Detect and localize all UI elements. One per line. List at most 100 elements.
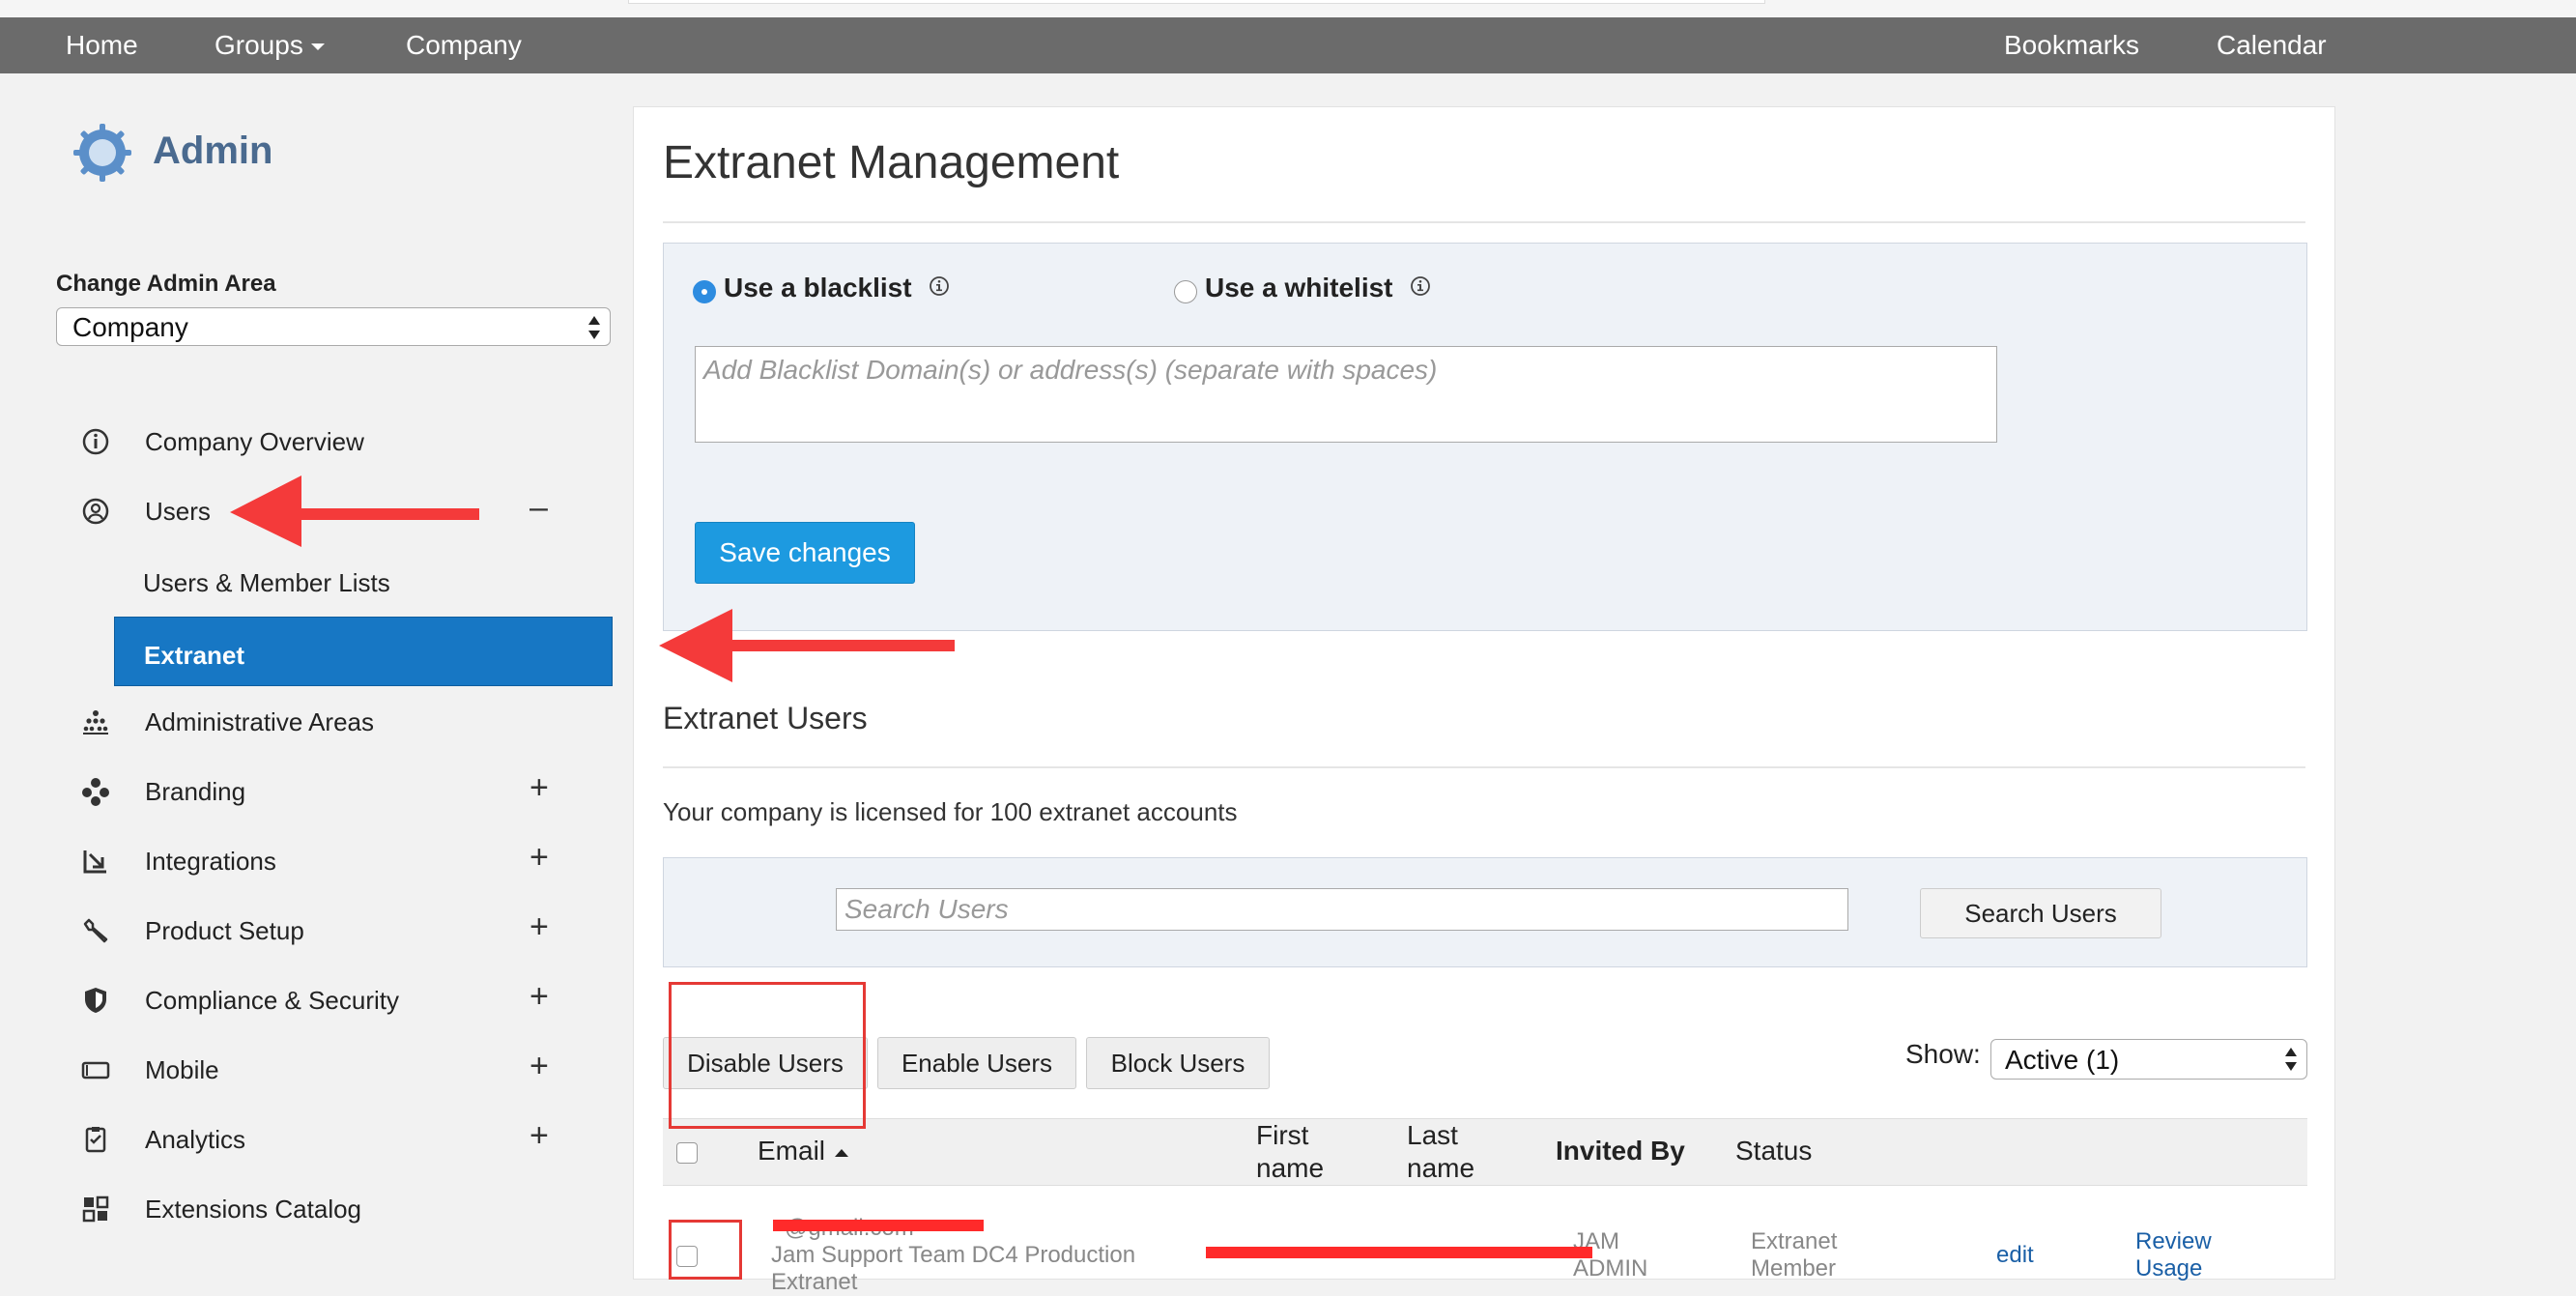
sidebar-item-label: Compliance & Security [145, 986, 399, 1015]
sidebar-item-compliance-security[interactable]: Compliance & Security + [0, 965, 628, 1034]
redaction-bar [773, 1220, 984, 1231]
org-chart-icon [83, 710, 108, 734]
admin-title: Admin [153, 130, 273, 172]
admin-area-value: Company [72, 312, 188, 342]
sidebar-item-label: Mobile [145, 1055, 219, 1084]
sidebar-item-label: Analytics [145, 1125, 246, 1154]
nav-bookmarks[interactable]: Bookmarks [2004, 17, 2139, 73]
row-review-usage-link[interactable]: Review Usage [2135, 1228, 2242, 1282]
info-icon[interactable] [929, 275, 950, 297]
user-circle-icon [82, 498, 109, 525]
section-divider [663, 766, 2305, 768]
expand-toggle[interactable]: + [530, 769, 549, 807]
blacklist-radio[interactable] [693, 280, 716, 303]
change-admin-area-label: Change Admin Area [56, 271, 276, 297]
collapse-toggle[interactable]: – [530, 489, 548, 527]
first-name-column-header[interactable]: First name [1256, 1119, 1343, 1185]
show-filter-value: Active (1) [2005, 1045, 2120, 1075]
invited-by-column-header[interactable]: Invited By [1556, 1135, 1685, 1167]
grid-icon [82, 1195, 109, 1223]
nav-company[interactable]: Company [406, 17, 522, 73]
user-search-panel: Search Users [663, 857, 2307, 967]
sidebar-item-users[interactable]: Users – [0, 475, 628, 545]
expand-toggle[interactable]: + [530, 839, 549, 877]
nav-home[interactable]: Home [66, 17, 138, 73]
address-bar-edge [628, 0, 1765, 4]
users-table-header: Email First name Last name Invited By St… [663, 1118, 2307, 1186]
browser-address-strip [0, 0, 2576, 17]
annotation-highlight-box [669, 1220, 742, 1280]
expand-toggle[interactable]: + [530, 1117, 549, 1155]
sidebar-item-label: Product Setup [145, 916, 304, 945]
palette-icon [82, 778, 109, 806]
select-arrows-icon [588, 316, 600, 339]
wrench-icon [83, 918, 108, 943]
sidebar-item-analytics[interactable]: Analytics + [0, 1104, 628, 1173]
sidebar-item-company-overview[interactable]: Company Overview [0, 406, 628, 475]
whitelist-label[interactable]: Use a whitelist [1205, 273, 1393, 303]
whitelist-radio[interactable] [1174, 280, 1197, 303]
sidebar-item-product-setup[interactable]: Product Setup + [0, 895, 628, 965]
sidebar-item-branding[interactable]: Branding + [0, 756, 628, 825]
expand-toggle[interactable]: + [530, 908, 549, 946]
status-column-header[interactable]: Status [1735, 1135, 1812, 1167]
annotation-highlight-box [669, 982, 866, 1129]
expand-toggle[interactable]: + [530, 978, 549, 1016]
sidebar-item-administrative-areas[interactable]: Administrative Areas [0, 686, 628, 756]
show-filter-label: Show: [1905, 1039, 1981, 1069]
sidebar-item-label: Administrative Areas [145, 707, 374, 736]
main-content-panel: Extranet Management Use a blacklist Use … [633, 106, 2335, 1295]
search-users-input[interactable] [836, 888, 1848, 931]
sort-ascending-icon [835, 1148, 849, 1157]
blacklist-whitelist-panel: Use a blacklist Use a whitelist Save cha… [663, 243, 2307, 631]
blacklist-domain-input[interactable] [695, 346, 1997, 443]
select-arrows-icon [2285, 1048, 2297, 1071]
sidebar-item-label: Users [145, 497, 211, 526]
mobile-icon [81, 1061, 110, 1080]
arrow-in-box-icon [83, 850, 106, 874]
expand-toggle[interactable]: + [530, 1048, 549, 1085]
page-title: Extranet Management [663, 137, 1120, 188]
extranet-users-heading: Extranet Users [663, 701, 868, 735]
sidebar-item-label: Company Overview [145, 427, 364, 456]
gear-icon [73, 124, 131, 182]
info-icon[interactable] [1410, 275, 1431, 297]
sidebar-item-label: Branding [145, 777, 246, 806]
row-group: Jam Support Team DC4 Production [771, 1242, 1136, 1268]
select-all-checkbox[interactable] [676, 1142, 698, 1164]
row-edit-link[interactable]: edit [1996, 1242, 2034, 1269]
sidebar-item-mobile[interactable]: Mobile + [0, 1034, 628, 1104]
admin-sidebar: Admin Change Admin Area Company Company … [0, 73, 628, 1280]
enable-users-button[interactable]: Enable Users [877, 1037, 1076, 1089]
clipboard-icon [85, 1127, 106, 1153]
sidebar-subitem-users-member-lists[interactable]: Users & Member Lists [114, 545, 613, 615]
info-circle-icon [82, 428, 109, 455]
sidebar-subitem-label: Extranet [144, 641, 245, 670]
top-navigation-bar: Home Groups Company Bookmarks Calendar [0, 17, 2576, 73]
last-name-column-header[interactable]: Last name [1407, 1119, 1494, 1185]
blacklist-label[interactable]: Use a blacklist [724, 273, 912, 303]
shield-icon [85, 988, 106, 1013]
sidebar-item-label: Integrations [145, 847, 276, 876]
title-divider [663, 221, 2305, 223]
sidebar-item-integrations[interactable]: Integrations + [0, 825, 628, 895]
email-header-label: Email [758, 1136, 826, 1166]
row-user-type: Extranet [771, 1269, 858, 1295]
show-filter-select[interactable]: Active (1) [1990, 1039, 2307, 1080]
block-users-button[interactable]: Block Users [1086, 1037, 1270, 1089]
nav-groups[interactable]: Groups [215, 17, 325, 73]
row-status: Extranet Member [1751, 1228, 1838, 1282]
sidebar-subitem-extranet[interactable]: Extranet [114, 617, 613, 686]
nav-calendar[interactable]: Calendar [2217, 17, 2327, 73]
sidebar-item-extensions-catalog[interactable]: Extensions Catalog [0, 1173, 628, 1243]
search-users-button[interactable]: Search Users [1920, 888, 2161, 938]
email-column-header[interactable]: Email [758, 1135, 849, 1167]
sidebar-subitem-label: Users & Member Lists [143, 568, 390, 597]
caret-down-icon [310, 43, 325, 51]
sidebar-item-label: Extensions Catalog [145, 1195, 362, 1224]
save-changes-button[interactable]: Save changes [695, 522, 915, 584]
nav-groups-label: Groups [215, 30, 303, 60]
admin-area-select[interactable]: Company [56, 307, 611, 346]
license-info-text: Your company is licensed for 100 extrane… [663, 797, 1238, 826]
redaction-bar [1206, 1247, 1592, 1258]
